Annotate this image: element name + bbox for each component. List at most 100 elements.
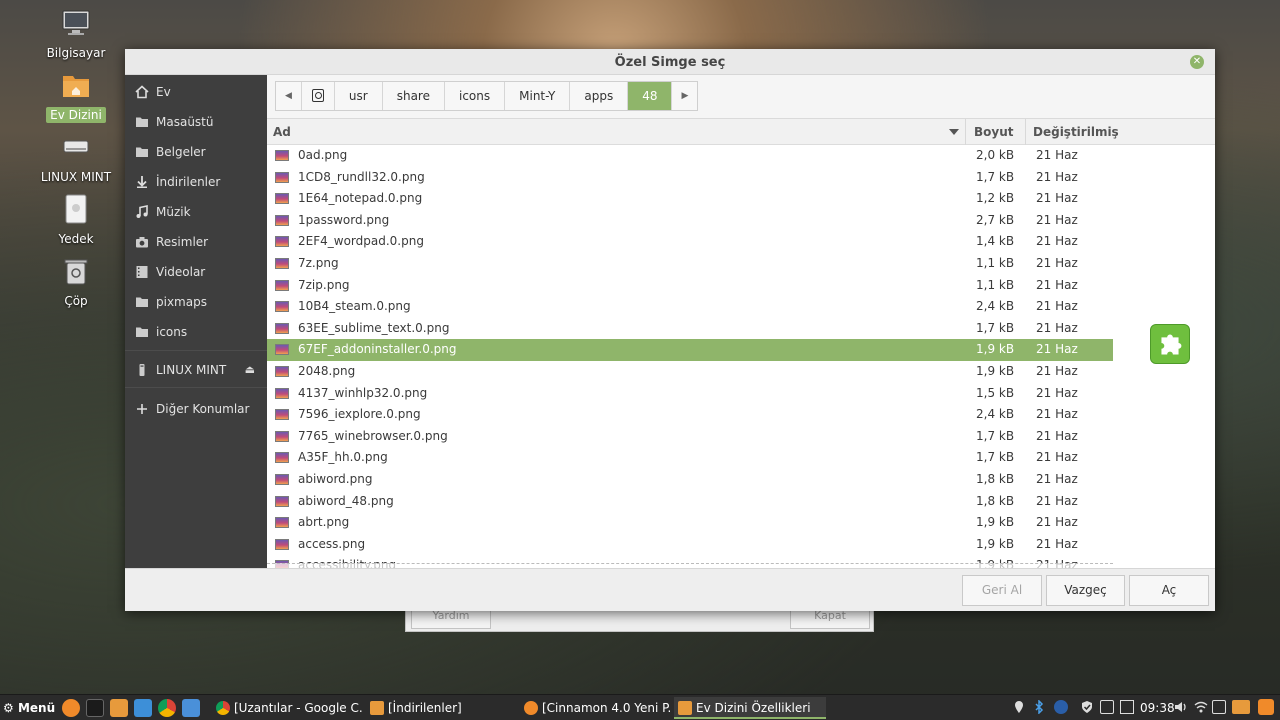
video-icon (136, 266, 148, 278)
path-segment-icons[interactable]: icons (444, 82, 506, 110)
sidebar-item-masaustu[interactable]: Masaüstü (125, 110, 267, 134)
file-size: 2,4 kB (976, 407, 1015, 422)
sidebar-item-belgeler[interactable]: Belgeler (125, 140, 267, 164)
column-size-header[interactable]: Boyut (974, 119, 1014, 145)
wifi-icon[interactable] (1194, 700, 1208, 714)
revert-button[interactable]: Geri Al (962, 575, 1042, 606)
table-row[interactable]: 1E64_notepad.0.png 1,2 kB 21 Haz (267, 188, 1113, 210)
keyboard-icon[interactable] (1212, 700, 1226, 714)
sort-descending-icon[interactable] (949, 129, 959, 135)
task-downloads[interactable]: [İndirilenler] (366, 697, 516, 719)
task-label: [Uzantılar - Google C... (234, 701, 362, 715)
sidebar-item-muzik[interactable]: Müzik (125, 200, 267, 224)
sidebar-item-linux-mint[interactable]: LINUX MINT ⏏ (125, 358, 267, 382)
volume-icon[interactable] (1174, 700, 1188, 714)
close-icon[interactable]: ✕ (1190, 55, 1204, 69)
screenshot-icon[interactable] (182, 699, 200, 717)
folder-icon[interactable] (1232, 700, 1250, 714)
desktop-icon-yedek[interactable]: Yedek (36, 194, 116, 247)
clock[interactable]: 09:38 (1140, 695, 1175, 720)
drive-icon (63, 140, 89, 153)
firefox-icon (524, 701, 538, 715)
trash-icon (64, 259, 88, 285)
firefox-icon[interactable] (1258, 699, 1274, 715)
task-firefox-cinnamon[interactable]: [Cinnamon 4.0 Yeni P... (520, 697, 670, 719)
table-row[interactable]: abrt.png 1,9 kB 21 Haz (267, 512, 1113, 534)
path-root-button[interactable] (301, 82, 335, 110)
eject-icon[interactable]: ⏏ (245, 358, 255, 382)
dialog-titlebar[interactable]: Özel Simge seç ✕ (125, 49, 1215, 75)
desktop-icon-home[interactable]: Ev Dizini (36, 70, 116, 123)
image-file-icon (275, 236, 289, 248)
location-icon[interactable] (1012, 700, 1026, 714)
bluetooth-icon[interactable] (1032, 699, 1046, 715)
terminal-icon[interactable] (86, 699, 104, 717)
path-segment-48[interactable]: 48 (628, 82, 673, 110)
table-row[interactable]: 63EE_sublime_text.0.png 1,7 kB 21 Haz (267, 318, 1113, 340)
path-forward-button[interactable]: ▶ (672, 82, 698, 110)
sidebar-item-label: LINUX MINT (156, 363, 227, 377)
table-row[interactable]: A35F_hh.0.png 1,7 kB 21 Haz (267, 447, 1113, 469)
table-row[interactable]: abiword_48.png 1,8 kB 21 Haz (267, 491, 1113, 513)
file-modified: 21 Haz (1036, 256, 1078, 270)
table-row[interactable]: 7596_iexplore.0.png 2,4 kB 21 Haz (267, 404, 1113, 426)
files-icon[interactable] (110, 699, 128, 717)
shield-icon[interactable] (1080, 700, 1094, 714)
table-row[interactable]: 4137_winhlp32.0.png 1,5 kB 21 Haz (267, 383, 1113, 405)
sidebar-item-ev[interactable]: Ev (125, 80, 267, 104)
menu-button[interactable]: ⚙ Menü (3, 695, 55, 720)
sidebar-item-indirilenler[interactable]: İndirilenler (125, 170, 267, 194)
firefox-icon[interactable] (62, 699, 80, 717)
column-name-header[interactable]: Ad (273, 119, 291, 145)
table-row[interactable]: 2048.png 1,9 kB 21 Haz (267, 361, 1113, 383)
download-icon[interactable] (134, 699, 152, 717)
chrome-icon[interactable] (158, 699, 176, 717)
steam-icon[interactable] (1054, 700, 1068, 714)
clipboard-icon[interactable] (1100, 700, 1114, 714)
table-row[interactable]: 67EF_addoninstaller.0.png 1,9 kB 21 Haz (267, 339, 1113, 361)
desktop-icon-label: LINUX MINT (40, 170, 112, 184)
image-file-icon (275, 409, 289, 421)
file-name: 7z.png (298, 256, 339, 270)
task-chrome-extensions[interactable]: [Uzantılar - Google C... (212, 697, 362, 719)
table-row[interactable]: access.png 1,9 kB 21 Haz (267, 534, 1113, 556)
table-row[interactable]: 10B4_steam.0.png 2,4 kB 21 Haz (267, 296, 1113, 318)
path-segment-mint-y[interactable]: Mint-Y (505, 82, 571, 110)
desktop-icon-linux-mint[interactable]: LINUX MINT (36, 132, 116, 185)
file-modified: 21 Haz (1036, 169, 1078, 184)
sidebar-item-pixmaps[interactable]: pixmaps (125, 290, 267, 314)
package-icon[interactable] (1120, 700, 1134, 714)
table-row[interactable]: 2EF4_wordpad.0.png 1,4 kB 21 Haz (267, 231, 1113, 253)
task-label: [İndirilenler] (388, 701, 462, 715)
column-modified-header[interactable]: Değiştirilmiş (1033, 119, 1119, 145)
table-row[interactable]: 1password.png 2,7 kB 21 Haz (267, 210, 1113, 232)
cancel-button[interactable]: Vazgeç (1046, 575, 1125, 606)
table-row[interactable]: 7z.png 1,1 kB 21 Haz (267, 253, 1113, 275)
table-row[interactable]: 7765_winebrowser.0.png 1,7 kB 21 Haz (267, 426, 1113, 448)
sidebar-item-resimler[interactable]: Resimler (125, 230, 267, 254)
table-row[interactable]: 1CD8_rundll32.0.png 1,7 kB 21 Haz (267, 167, 1113, 189)
path-segment-share[interactable]: share (382, 82, 445, 110)
sidebar-item-other-locations[interactable]: Diğer Konumlar (125, 397, 267, 421)
table-row[interactable]: abiword.png 1,8 kB 21 Haz (267, 469, 1113, 491)
file-modified: 21 Haz (1036, 515, 1078, 530)
file-modified: 21 Haz (1036, 493, 1078, 508)
table-row[interactable]: 0ad.png 2,0 kB 21 Haz (267, 145, 1113, 167)
open-button[interactable]: Aç (1129, 575, 1209, 606)
file-name: 2048.png (298, 364, 356, 378)
path-segment-apps[interactable]: apps (570, 82, 629, 110)
sidebar-item-icons[interactable]: icons (125, 320, 267, 344)
menu-label: Menü (17, 701, 56, 715)
file-name: access.png (298, 536, 366, 551)
folder-icon (136, 297, 148, 307)
table-row[interactable]: 7zip.png 1,1 kB 21 Haz (267, 275, 1113, 297)
path-segment-usr[interactable]: usr (334, 82, 383, 110)
sidebar-item-videolar[interactable]: Videolar (125, 260, 267, 284)
chevron-right-icon: ▶ (681, 91, 689, 101)
image-file-icon (275, 214, 289, 226)
desktop-icon-computer[interactable]: Bilgisayar (36, 8, 116, 61)
file-name: 0ad.png (298, 148, 348, 162)
task-home-properties[interactable]: Ev Dizini Özellikleri (674, 697, 826, 719)
desktop-icon-trash[interactable]: Çöp (36, 256, 116, 309)
path-back-button[interactable]: ◀ (276, 82, 302, 110)
